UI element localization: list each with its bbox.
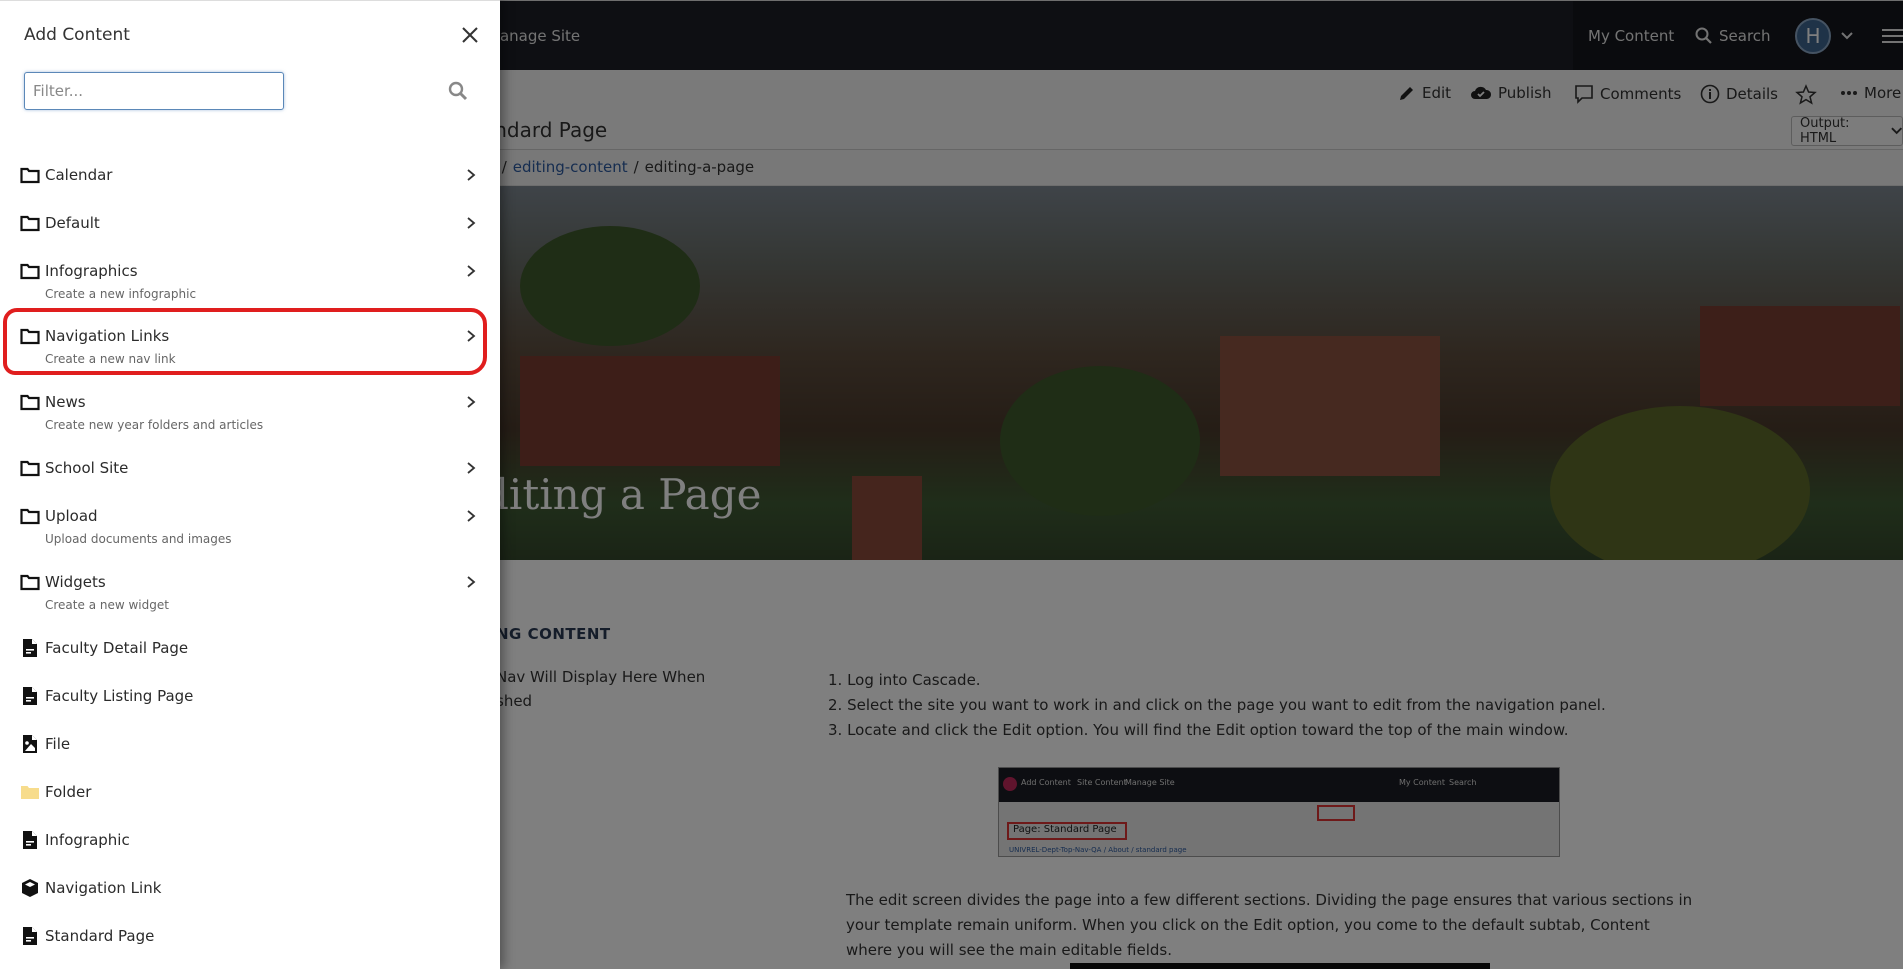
folder-item-calendar[interactable]: Calendar: [0, 165, 500, 205]
filter-input[interactable]: [24, 72, 284, 110]
asset-item-faculty-detail-page[interactable]: Faculty Detail Page: [0, 638, 500, 678]
page-icon: [20, 926, 40, 946]
page-icon: [20, 638, 40, 658]
folder-icon: [20, 326, 40, 346]
folder-item-navigation-links[interactable]: Navigation Links Create a new nav link: [0, 326, 500, 366]
item-description: Upload documents and images: [45, 532, 232, 546]
item-label: File: [45, 735, 71, 753]
item-label: News: [45, 393, 86, 411]
item-description: Create a new nav link: [45, 352, 176, 366]
asset-item-folder[interactable]: Folder: [0, 782, 500, 822]
item-label: Infographics: [45, 262, 138, 280]
folder-icon: [20, 506, 40, 526]
folder-item-infographics[interactable]: Infographics Create a new infographic: [0, 261, 500, 301]
item-description: Create a new infographic: [45, 287, 197, 301]
folder-item-upload[interactable]: Upload Upload documents and images: [0, 506, 500, 546]
chevron-right-icon[interactable]: [464, 167, 478, 183]
item-description: Create a new widget: [45, 598, 169, 612]
block-icon: [20, 878, 40, 898]
folder-item-school-site[interactable]: School Site: [0, 458, 500, 498]
folder-item-news[interactable]: News Create new year folders and articles: [0, 392, 500, 432]
item-label: Widgets: [45, 573, 106, 591]
chevron-right-icon[interactable]: [464, 508, 478, 524]
item-label: Infographic: [45, 831, 130, 849]
asset-item-file[interactable]: File: [0, 734, 500, 774]
item-label: Faculty Detail Page: [45, 639, 189, 657]
asset-item-standard-page[interactable]: Standard Page: [0, 926, 500, 966]
search-icon[interactable]: [447, 80, 469, 102]
page-icon: [20, 830, 40, 850]
panel-title: Add Content: [24, 25, 130, 45]
chevron-right-icon[interactable]: [464, 394, 478, 410]
item-label: Navigation Links: [45, 327, 170, 345]
folder-icon: [20, 458, 40, 478]
asset-item-navigation-link[interactable]: Navigation Link: [0, 878, 500, 918]
folder-icon: [20, 392, 40, 412]
folder-icon: [20, 572, 40, 592]
chevron-right-icon[interactable]: [464, 460, 478, 476]
chevron-right-icon[interactable]: [464, 215, 478, 231]
item-label: Folder: [45, 783, 92, 801]
page-icon: [20, 686, 40, 706]
folder-filled-icon: [20, 782, 40, 802]
chevron-right-icon[interactable]: [464, 328, 478, 344]
item-label: Default: [45, 214, 100, 232]
folder-item-default[interactable]: Default: [0, 213, 500, 253]
folder-icon: [20, 165, 40, 185]
item-label: Standard Page: [45, 927, 155, 945]
asset-item-infographic[interactable]: Infographic: [0, 830, 500, 870]
add-content-panel: Add Content Calendar Default Infographics C…: [0, 0, 500, 969]
item-label: School Site: [45, 459, 129, 477]
folder-item-widgets[interactable]: Widgets Create a new widget: [0, 572, 500, 612]
item-description: Create new year folders and articles: [45, 418, 264, 432]
folder-icon: [20, 261, 40, 281]
folder-icon: [20, 213, 40, 233]
asset-item-faculty-listing-page[interactable]: Faculty Listing Page: [0, 686, 500, 726]
item-label: Faculty Listing Page: [45, 687, 194, 705]
chevron-right-icon[interactable]: [464, 574, 478, 590]
item-label: Calendar: [45, 166, 113, 184]
chevron-right-icon[interactable]: [464, 263, 478, 279]
file-image-icon: [20, 734, 40, 754]
item-label: Upload: [45, 507, 98, 525]
close-icon[interactable]: [458, 23, 482, 47]
item-label: Navigation Link: [45, 879, 162, 897]
